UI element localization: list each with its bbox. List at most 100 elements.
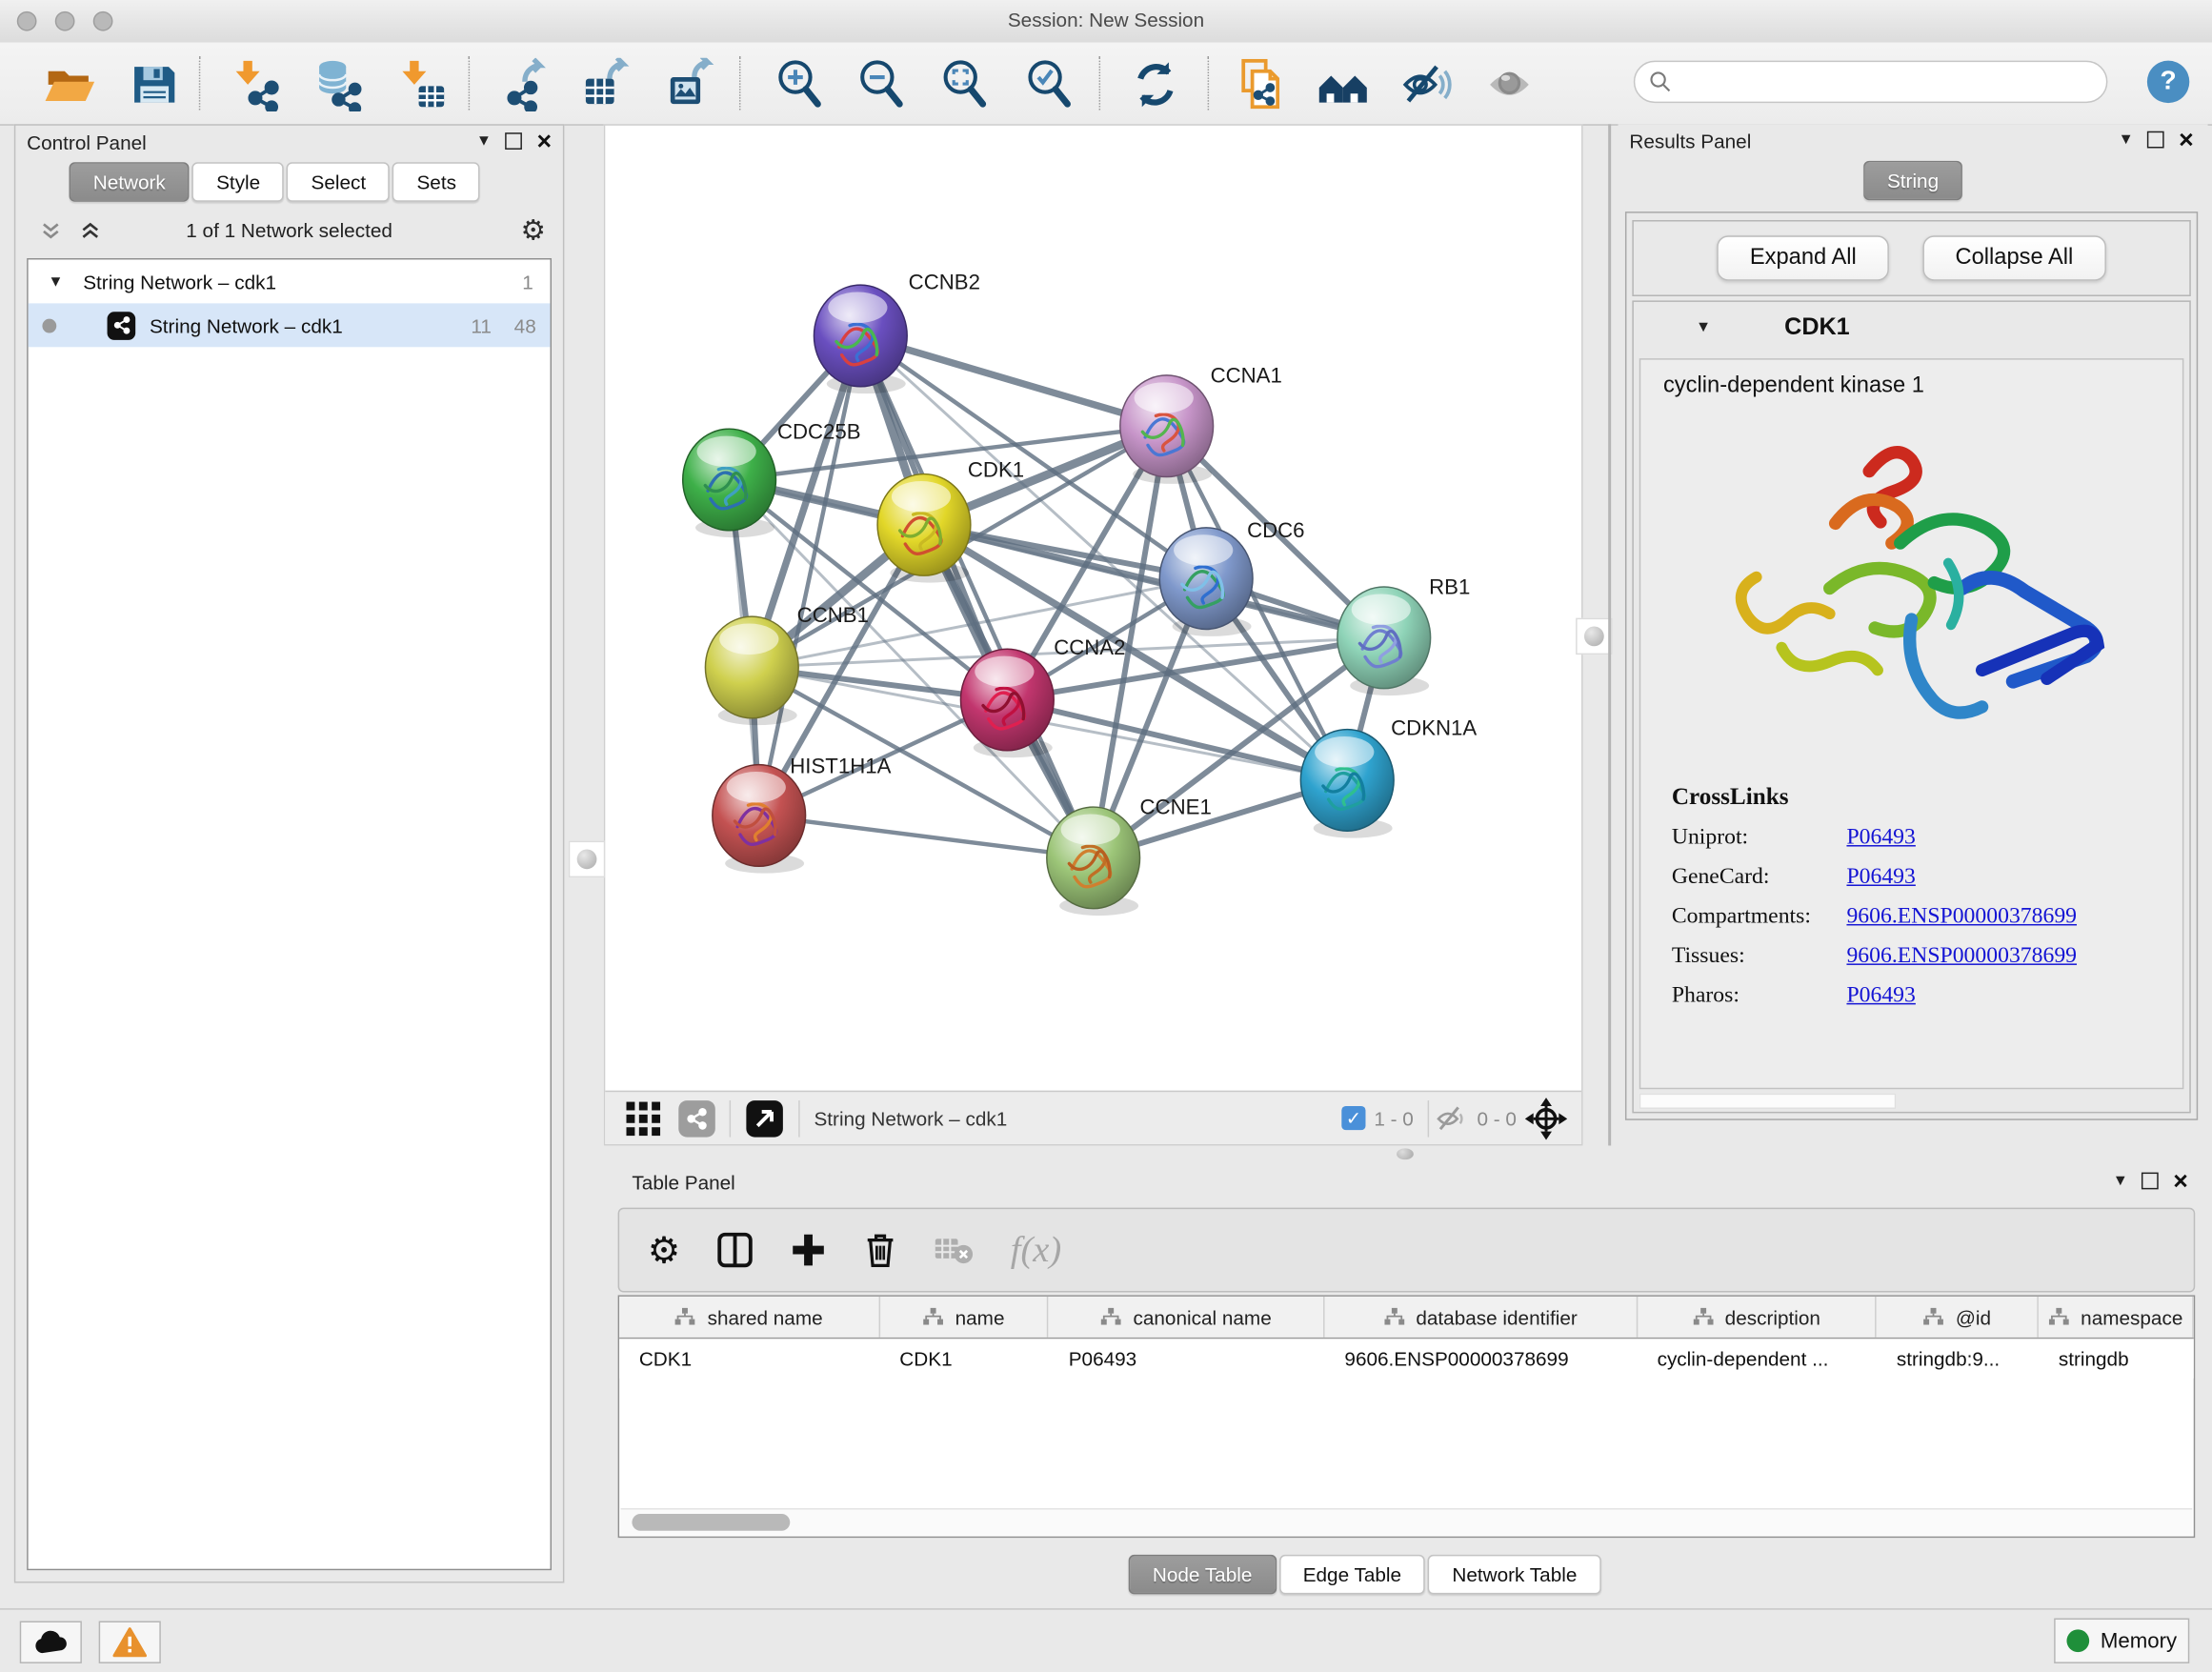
- tab-edge-table[interactable]: Edge Table: [1279, 1555, 1426, 1594]
- table-options-gear-icon[interactable]: ⚙: [648, 1232, 681, 1269]
- column-header-name[interactable]: name: [880, 1297, 1049, 1338]
- zoom-in-icon[interactable]: [774, 58, 827, 111]
- network-node-hist1h1a[interactable]: [713, 765, 806, 874]
- results-panel-close-icon[interactable]: ×: [2179, 131, 2194, 149]
- column-header--id[interactable]: @id: [1877, 1297, 2039, 1338]
- network-node-ccnb2[interactable]: [814, 285, 907, 393]
- crosslink-link[interactable]: 9606.ENSP00000378699: [1846, 904, 2077, 930]
- zoom-fit-icon[interactable]: [938, 58, 992, 111]
- control-panel-maximize-icon[interactable]: [506, 132, 523, 150]
- memory-button[interactable]: Memory: [2054, 1619, 2189, 1663]
- table-cell[interactable]: cyclin-dependent ...: [1638, 1339, 1877, 1378]
- network-graph[interactable]: CCNB2CCNA1CDC25BCDK1CDC6RB1CCNB1CCNA2CDK…: [605, 126, 1581, 1092]
- table-hscrollbar-thumb[interactable]: [632, 1514, 790, 1531]
- table-panel-float-icon[interactable]: ▼: [2113, 1173, 2128, 1190]
- column-header-namespace[interactable]: namespace: [2039, 1297, 2194, 1338]
- tab-style[interactable]: Style: [192, 162, 284, 201]
- open-session-icon[interactable]: [42, 58, 95, 111]
- table-cell[interactable]: 9606.ENSP00000378699: [1325, 1339, 1638, 1378]
- expand-all-button[interactable]: Expand All: [1718, 235, 1889, 280]
- column-header-canonical-name[interactable]: canonical name: [1049, 1297, 1325, 1338]
- network-edge[interactable]: [860, 335, 1093, 857]
- gene-collapse-icon[interactable]: ▼: [1696, 319, 1711, 336]
- table-cell[interactable]: stringdb:9...: [1877, 1339, 2039, 1378]
- control-panel-close-icon[interactable]: ×: [536, 132, 552, 150]
- column-header-shared-name[interactable]: shared name: [619, 1297, 879, 1338]
- table-cell[interactable]: CDK1: [880, 1339, 1049, 1378]
- network-collection-row[interactable]: ▼ String Network – cdk1 1: [29, 259, 551, 303]
- node-label: CCNB1: [797, 603, 869, 627]
- table-panel-maximize-icon[interactable]: [2142, 1173, 2160, 1190]
- fit-content-crosshair-icon[interactable]: [1525, 1097, 1567, 1138]
- network-edge[interactable]: [860, 335, 1166, 426]
- zoom-out-icon[interactable]: [855, 58, 908, 111]
- right-splitter-handle[interactable]: [1576, 618, 1613, 655]
- tab-network-table[interactable]: Network Table: [1428, 1555, 1600, 1594]
- birds-eye-view-icon[interactable]: [745, 1098, 784, 1138]
- show-columns-icon[interactable]: [717, 1232, 754, 1269]
- tab-network[interactable]: Network: [70, 162, 190, 201]
- cloud-button[interactable]: [20, 1622, 82, 1663]
- add-column-icon[interactable]: [791, 1232, 828, 1269]
- import-network-file-icon[interactable]: [230, 58, 283, 111]
- crosslink-row: Pharos:P06493: [1672, 983, 2182, 1009]
- tab-sets[interactable]: Sets: [392, 162, 480, 201]
- tab-string[interactable]: String: [1863, 161, 1963, 200]
- collapse-all-button[interactable]: Collapse All: [1922, 235, 2105, 280]
- network-edge[interactable]: [759, 816, 1094, 857]
- column-header-database-identifier[interactable]: database identifier: [1325, 1297, 1638, 1338]
- show-all-icon[interactable]: [1484, 58, 1538, 111]
- table-cell[interactable]: P06493: [1049, 1339, 1325, 1378]
- export-network-icon[interactable]: [498, 58, 552, 111]
- network-row-selected[interactable]: String Network – cdk1 11 48: [29, 303, 551, 347]
- results-panel-maximize-icon[interactable]: [2148, 131, 2165, 149]
- table-row[interactable]: CDK1CDK1P064939606.ENSP00000378699cyclin…: [619, 1339, 2194, 1378]
- network-node-ccna1[interactable]: [1120, 375, 1214, 484]
- network-node-cdk1[interactable]: [877, 474, 971, 583]
- delete-column-icon[interactable]: [864, 1232, 898, 1269]
- search-input[interactable]: [1672, 70, 2073, 93]
- network-node-cdc25b[interactable]: [683, 429, 776, 537]
- table-header-row: shared namenamecanonical namedatabase id…: [619, 1297, 2194, 1339]
- network-view-mode-icon[interactable]: [678, 1099, 715, 1137]
- export-table-icon[interactable]: [580, 58, 633, 111]
- table-cell[interactable]: CDK1: [619, 1339, 879, 1378]
- network-node-ccna2[interactable]: [960, 649, 1054, 757]
- column-header-description[interactable]: description: [1638, 1297, 1877, 1338]
- crosslink-link[interactable]: P06493: [1846, 983, 1915, 1009]
- help-button[interactable]: ?: [2147, 61, 2189, 103]
- network-node-ccne1[interactable]: [1047, 807, 1140, 916]
- selected-checkbox-icon[interactable]: ✓: [1341, 1106, 1365, 1130]
- results-panel-float-icon[interactable]: ▼: [2119, 131, 2134, 149]
- control-panel-float-icon[interactable]: ▼: [476, 132, 492, 150]
- left-splitter-handle[interactable]: [569, 841, 606, 878]
- horizontal-splitter-dot[interactable]: [1397, 1148, 1414, 1159]
- collection-collapse-icon[interactable]: ▼: [48, 273, 63, 291]
- first-neighbors-icon[interactable]: [1317, 58, 1370, 111]
- network-node-rb1[interactable]: [1337, 587, 1431, 695]
- crosslink-link[interactable]: 9606.ENSP00000378699: [1846, 944, 2077, 970]
- import-table-icon[interactable]: [396, 58, 450, 111]
- refresh-icon[interactable]: [1129, 58, 1182, 111]
- export-image-icon[interactable]: [663, 58, 716, 111]
- zoom-selected-icon[interactable]: [1023, 58, 1076, 111]
- hide-selected-icon[interactable]: [1399, 58, 1453, 111]
- network-canvas[interactable]: CCNB2CCNA1CDC25BCDK1CDC6RB1CCNB1CCNA2CDK…: [604, 124, 1583, 1145]
- crosslink-link[interactable]: P06493: [1846, 825, 1915, 851]
- copy-network-icon[interactable]: [1233, 58, 1286, 111]
- tab-select[interactable]: Select: [287, 162, 390, 201]
- table-panel-close-icon[interactable]: ×: [2173, 1173, 2188, 1190]
- table-hscrollbar[interactable]: [621, 1508, 2193, 1535]
- warnings-button[interactable]: [99, 1622, 161, 1663]
- network-edge[interactable]: [759, 335, 861, 815]
- import-network-database-icon[interactable]: [312, 58, 365, 111]
- crosslink-link[interactable]: P06493: [1846, 865, 1915, 891]
- results-scrollbar[interactable]: [1639, 1094, 1897, 1109]
- network-options-gear-icon[interactable]: ⚙: [521, 213, 547, 249]
- tab-node-table[interactable]: Node Table: [1129, 1555, 1277, 1594]
- table-cell[interactable]: stringdb: [2039, 1339, 2194, 1378]
- network-node-cdkn1a[interactable]: [1300, 730, 1394, 838]
- network-node-ccnb1[interactable]: [705, 616, 798, 725]
- save-session-icon[interactable]: [127, 58, 180, 111]
- grid-view-icon[interactable]: [625, 1099, 662, 1137]
